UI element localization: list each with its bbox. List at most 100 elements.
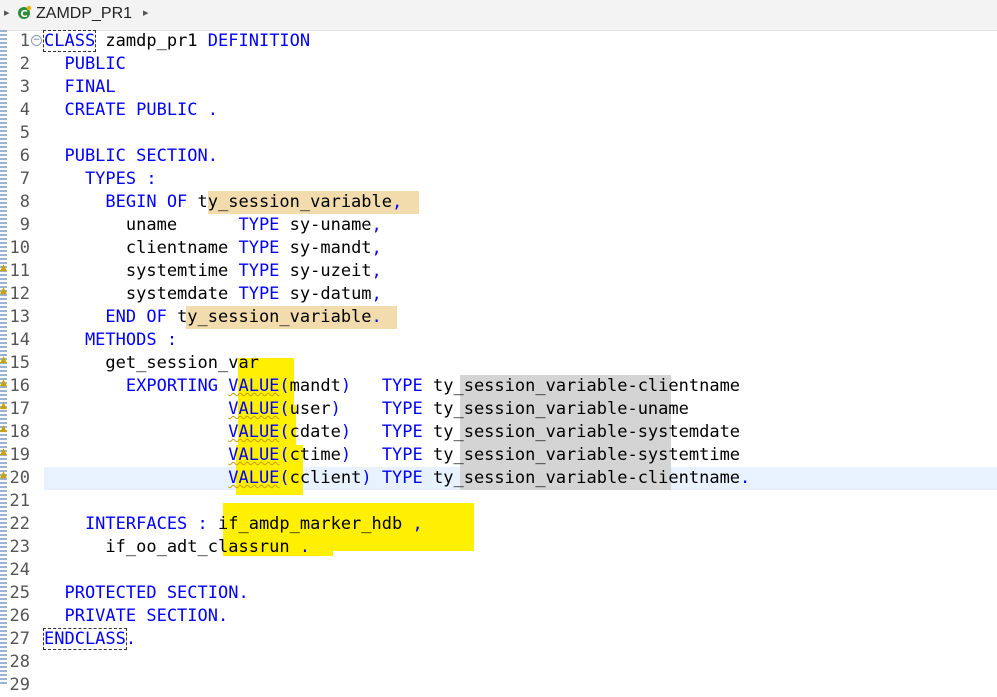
keyword-token: . <box>371 307 382 327</box>
keyword-token: ) <box>340 422 382 442</box>
identifier-token: ty_session_variable-uname <box>433 399 689 419</box>
breadcrumb-class-name[interactable]: ZAMDP_PR1 <box>36 5 132 23</box>
line-number: 26 <box>9 606 30 626</box>
identifier-token: ty_session_variable <box>197 192 392 212</box>
code-line[interactable]: 28 <box>7 651 997 674</box>
identifier-token: systemtime <box>44 261 239 281</box>
keyword-token: ( <box>279 468 290 488</box>
code-line[interactable]: 8 BEGIN OF ty_session_variable, <box>7 191 997 214</box>
line-number: 1 <box>19 31 30 51</box>
line-number: 4 <box>19 100 30 120</box>
keyword-token: ( <box>279 445 290 465</box>
keyword-token: TYPE <box>238 284 290 304</box>
code-text: INTERFACES : if_amdp_marker_hdb , <box>44 513 423 536</box>
keyword-token: TYPE <box>238 261 290 281</box>
identifier-token <box>44 422 228 442</box>
keyword-token: PRIVATE SECTION. <box>44 606 229 626</box>
line-number: 20 <box>9 468 30 488</box>
code-line[interactable]: 27 ENDCLASS. <box>7 628 997 651</box>
keyword-token: , <box>402 514 423 534</box>
keyword-token: , <box>392 192 403 212</box>
code-text: END OF ty_session_variable. <box>44 306 382 329</box>
code-line[interactable]: 2 PUBLIC <box>7 53 997 76</box>
code-line[interactable]: 10 clientname TYPE sy-mandt, <box>7 237 997 260</box>
keyword-token: ) <box>340 445 382 465</box>
code-line[interactable]: 11 systemtime TYPE sy-uzeit, <box>7 260 997 283</box>
code-text: VALUE(cdate) TYPE ty_session_variable-sy… <box>44 421 740 444</box>
code-text: PROTECTED SECTION. <box>44 582 248 605</box>
identifier-token: mandt <box>289 376 341 396</box>
code-line[interactable]: 18 VALUE(cdate) TYPE ty_session_variable… <box>7 421 997 444</box>
line-number: 12 <box>9 284 30 304</box>
code-text: BEGIN OF ty_session_variable, <box>44 191 402 214</box>
code-text: VALUE(user) TYPE ty_session_variable-una… <box>44 398 689 421</box>
code-line[interactable]: 20 VALUE(cclient) TYPE ty_session_variab… <box>7 467 997 490</box>
identifier-token: if_oo_adt_classrun <box>44 537 290 557</box>
code-line[interactable]: 3 FINAL <box>7 76 997 99</box>
keyword-token: DEFINITION <box>207 31 311 51</box>
line-number: 13 <box>9 307 30 327</box>
keyword-token: TYPE <box>381 399 433 419</box>
code-line[interactable]: 23 if_oo_adt_classrun . <box>7 536 997 559</box>
code-text: get_session_var <box>44 352 259 375</box>
identifier-token: if_amdp_marker_hdb <box>218 514 403 534</box>
code-text: METHODS : <box>44 329 177 352</box>
code-line[interactable]: 7 TYPES : <box>7 168 997 191</box>
keyword-token: CLASS <box>42 30 97 52</box>
code-line[interactable]: 9 uname TYPE sy-uname, <box>7 214 997 237</box>
keyword-token: PUBLIC <box>44 54 126 74</box>
keyword-token: , <box>371 215 382 235</box>
line-number: 19 <box>9 445 30 465</box>
code-line[interactable]: 25 PROTECTED SECTION. <box>7 582 997 605</box>
code-text: uname TYPE sy-uname, <box>44 214 382 237</box>
chevron-right-icon[interactable]: ▸ <box>143 6 149 19</box>
keyword-token: TYPE <box>381 468 433 488</box>
code-text: if_oo_adt_classrun . <box>44 536 310 559</box>
code-line[interactable]: 22 INTERFACES : if_amdp_marker_hdb , <box>7 513 997 536</box>
code-line[interactable]: 26 PRIVATE SECTION. <box>7 605 997 628</box>
code-line[interactable]: 24 <box>7 559 997 582</box>
line-number: 22 <box>9 514 30 534</box>
code-line[interactable]: 14 METHODS : <box>7 329 997 352</box>
code-line[interactable]: 1− CLASS zamdp_pr1 DEFINITION <box>7 30 997 53</box>
code-line[interactable]: 12 systemdate TYPE sy-datum, <box>7 283 997 306</box>
keyword-token: . <box>740 468 751 488</box>
code-line[interactable]: 29 <box>7 674 997 697</box>
keyword-token: ( <box>279 376 290 396</box>
keyword-token: TYPE <box>238 215 290 235</box>
line-number: 16 <box>9 376 30 396</box>
svg-text:C: C <box>20 9 27 20</box>
keyword-token: PUBLIC SECTION. <box>44 146 218 166</box>
code-line[interactable]: 15 get_session_var <box>7 352 997 375</box>
keyword-token: VALUE <box>228 468 280 488</box>
line-number: 9 <box>19 215 30 235</box>
code-line[interactable]: 19 VALUE(ctime) TYPE ty_session_variable… <box>7 444 997 467</box>
code-line[interactable]: 4 CREATE PUBLIC . <box>7 99 997 122</box>
keyword-token: ( <box>279 422 290 442</box>
code-line[interactable]: 6 PUBLIC SECTION. <box>7 145 997 168</box>
chevron-right-icon[interactable]: ▸ <box>4 6 10 19</box>
keyword-token: ) <box>340 376 382 396</box>
keyword-token: VALUE <box>228 445 280 465</box>
breadcrumb: ▸ C ZAMDP_PR1 ▸ <box>0 0 997 31</box>
code-line[interactable]: 5 <box>7 122 997 145</box>
keyword-token: CREATE PUBLIC . <box>44 100 218 120</box>
code-text: CLASS zamdp_pr1 DEFINITION <box>42 30 311 53</box>
code-editor[interactable]: 1− CLASS zamdp_pr1 DEFINITION 2 PUBLIC 3 FI… <box>7 30 997 695</box>
fold-toggle-icon[interactable]: − <box>31 35 42 46</box>
keyword-token: TYPES : <box>44 169 157 189</box>
code-text: PRIVATE SECTION. <box>44 605 228 628</box>
identifier-token <box>44 468 228 488</box>
code-line[interactable]: 17 VALUE(user) TYPE ty_session_variable-… <box>7 398 997 421</box>
code-line[interactable]: 13 END OF ty_session_variable. <box>7 306 997 329</box>
line-number: 21 <box>9 491 30 511</box>
code-text: ENDCLASS. <box>43 628 136 651</box>
identifier-token: sy-mandt <box>289 238 372 258</box>
code-text: EXPORTING VALUE(mandt) TYPE ty_session_v… <box>44 375 740 398</box>
line-number: 29 <box>9 675 30 695</box>
code-line[interactable]: 21 <box>7 490 997 513</box>
code-text: PUBLIC SECTION. <box>44 145 218 168</box>
keyword-token: METHODS : <box>44 330 178 350</box>
code-line[interactable]: 16 EXPORTING VALUE(mandt) TYPE ty_sessio… <box>7 375 997 398</box>
line-number: 3 <box>19 77 30 97</box>
